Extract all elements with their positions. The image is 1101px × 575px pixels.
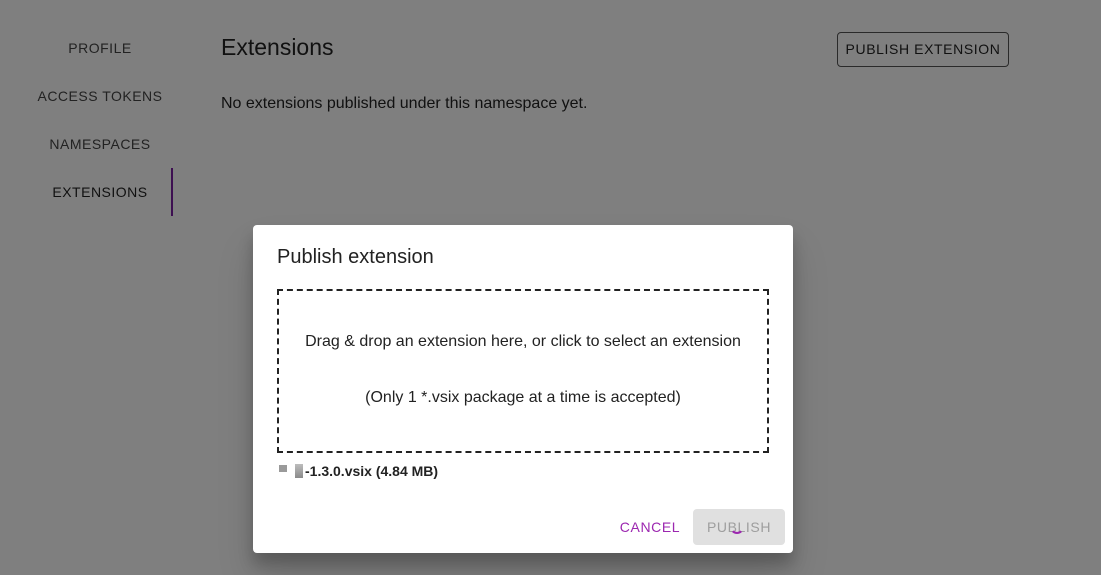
publish-extension-dialog: Publish extension Drag & drop an extensi… [253,225,793,553]
dropzone-instructions: Drag & drop an extension here, or click … [305,333,741,350]
publish-button[interactable]: PUBLISH [693,509,785,545]
file-name-mask-icon [295,464,303,478]
dropzone-note: (Only 1 *.vsix package at a time is acce… [365,389,681,406]
loading-spinner-icon [730,520,744,534]
selected-file: -1.3.0.vsix (4.84 MB) [279,462,438,480]
dialog-title: Publish extension [277,246,434,268]
file-dropzone[interactable]: Drag & drop an extension here, or click … [277,289,769,453]
file-name: -1.3.0.vsix (4.84 MB) [305,463,439,479]
cancel-button[interactable]: CANCEL [614,515,686,539]
file-icon [279,464,287,472]
